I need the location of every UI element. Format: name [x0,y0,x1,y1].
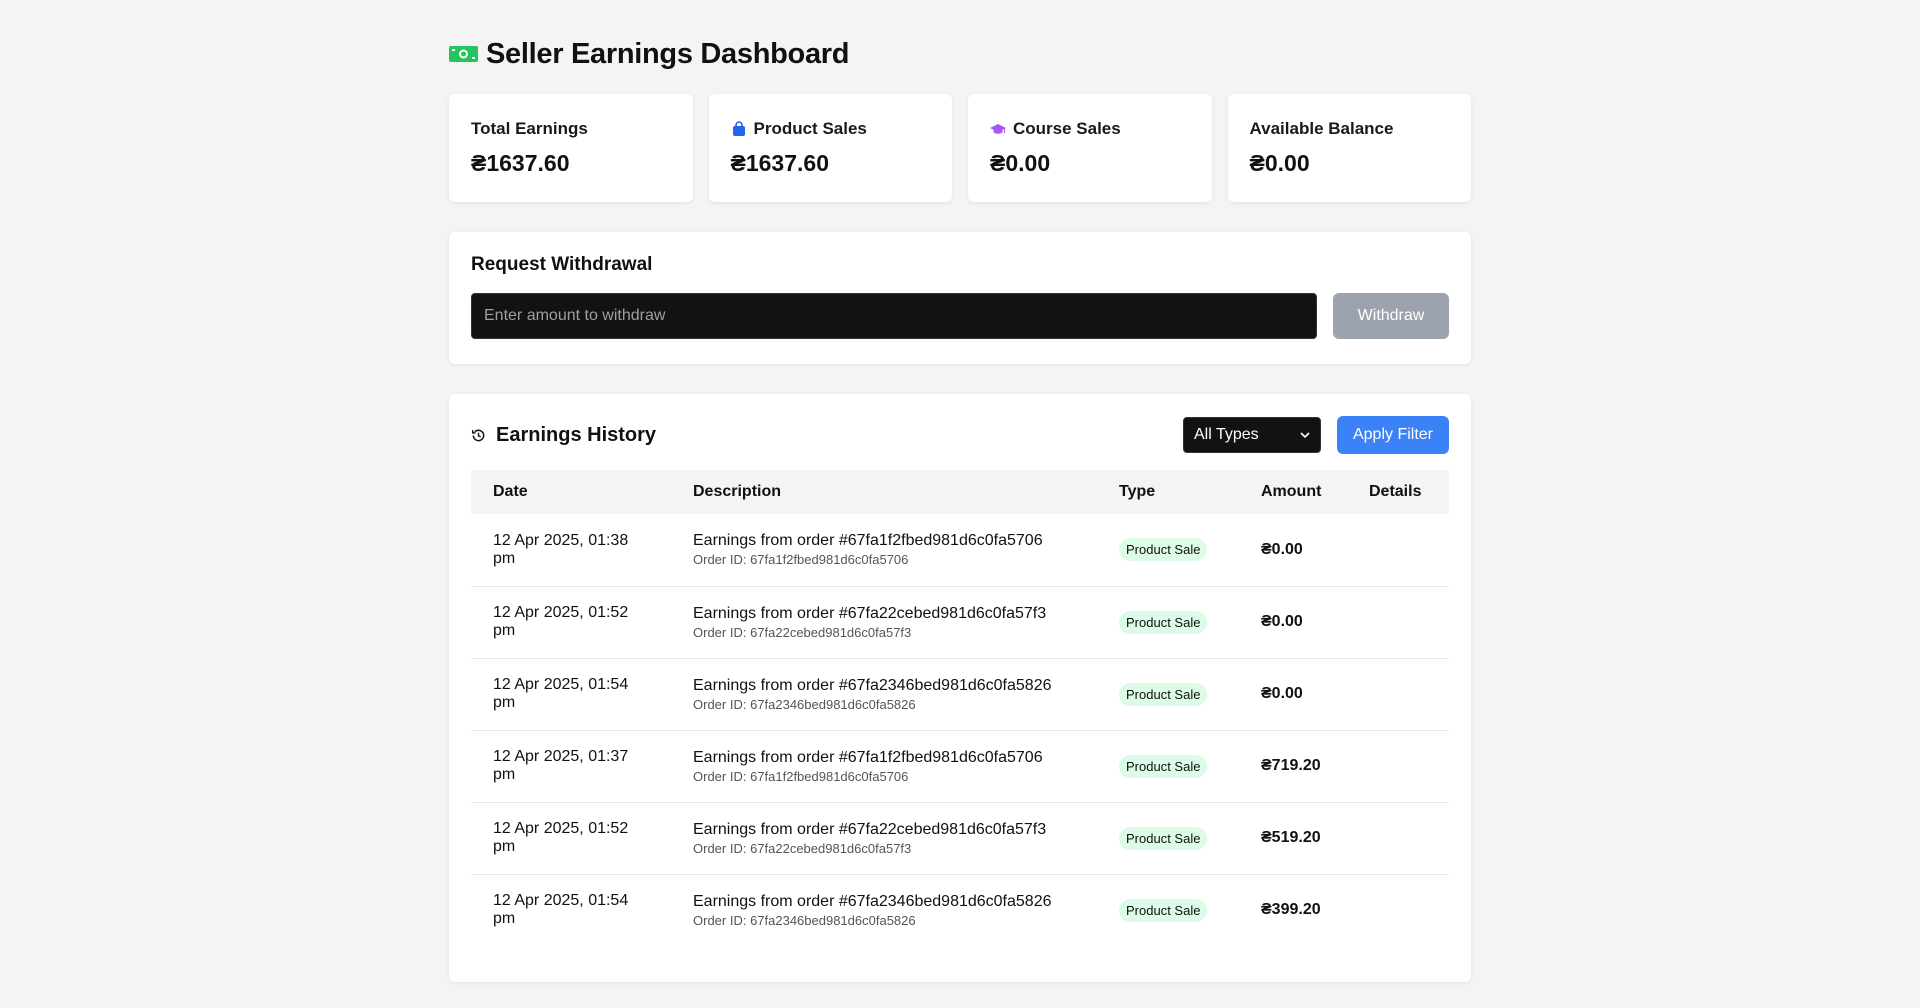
row-amount: ₴0.00 [1239,514,1347,587]
card-value: ₴1637.60 [730,150,829,176]
row-description: Earnings from order #67fa22cebed981d6c0f… [693,820,1047,838]
row-order-id: Order ID: 67fa1f2fbed981d6c0fa5706 [693,552,909,568]
row-order-id: Order ID: 67fa2346bed981d6c0fa5826 [693,696,916,712]
earnings-history-panel: Earnings History All Types Apply Filter … [449,394,1471,982]
card-value: ₴0.00 [990,150,1051,176]
row-amount: ₴0.00 [1239,658,1347,731]
row-date: 12 Apr 2025, 01:54 pm [493,892,629,928]
row-amount: ₴399.20 [1261,901,1321,919]
table-row: 12 Apr 2025, 01:52 pm Earnings from orde… [471,586,1449,659]
table-row: 12 Apr 2025, 01:37 pm Earnings from orde… [471,730,1449,803]
row-details [1347,658,1449,731]
money-icon [449,46,478,62]
dashboard-container: Seller Earnings Dashboard Total Earnings… [449,0,1471,982]
available-balance-card: Available Balance ₴0.00 [1227,94,1471,202]
table-header-row: Date Description Type Amount Details [471,470,1449,514]
row-order-id: Order ID: 67fa2346bed981d6c0fa5826 [693,912,916,928]
row-date: 12 Apr 2025, 01:52 pm [471,586,671,659]
apply-filter-button[interactable]: Apply Filter [1337,416,1449,454]
type-badge: Product Sale [1119,754,1208,778]
card-label: Course Sales [1013,119,1121,138]
column-header-details: Details [1369,483,1422,500]
row-order-id: Order ID: 67fa22cebed981d6c0fa57f3 [693,624,912,640]
row-date: 12 Apr 2025, 01:54 pm [471,658,671,731]
row-details [1347,730,1449,803]
total-earnings-card: Total Earnings ₴1637.60 [449,94,693,202]
withdraw-button[interactable]: Withdraw [1333,293,1449,339]
type-badge: Product Sale [1119,538,1208,562]
row-date: 12 Apr 2025, 01:52 pm [471,802,671,875]
row-description: Earnings from order #67fa2346bed981d6c0f… [693,676,1052,694]
earnings-table: Date Description Type Amount Details 12 … [471,470,1449,946]
row-details [1347,802,1449,875]
chevron-down-icon [1300,431,1310,438]
withdraw-amount-input[interactable] [471,293,1317,339]
row-amount: ₴519.20 [1239,802,1347,875]
row-description: Earnings from order #67fa1f2fbed981d6c0f… [693,532,1043,550]
history-icon [471,429,485,441]
withdrawal-panel: Request Withdrawal Withdraw [449,232,1471,364]
course-sales-card: Course Sales ₴0.00 [968,94,1212,202]
card-value: ₴0.00 [1249,150,1310,176]
row-details [1347,514,1449,587]
type-badge: Product Sale [1119,682,1208,706]
row-order-id: Order ID: 67fa22cebed981d6c0fa57f3 [693,840,912,856]
column-header-type: Type [1119,483,1156,500]
row-description: Earnings from order #67fa1f2fbed981d6c0f… [693,748,1043,766]
row-description: Earnings from order #67fa2346bed981d6c0f… [693,892,1052,910]
column-header-amount: Amount [1261,483,1322,500]
row-details [1347,586,1449,659]
card-label: Total Earnings [471,119,588,138]
column-header-description: Description [693,483,782,500]
type-badge: Product Sale [1119,610,1208,634]
page-header: Seller Earnings Dashboard [449,38,1471,70]
row-amount: ₴719.20 [1239,730,1347,803]
table-row: 12 Apr 2025, 01:54 pm Earnings from orde… [471,658,1449,731]
shopping-bag-icon [732,121,745,136]
row-date: 12 Apr 2025, 01:38 pm [471,514,671,587]
card-label: Product Sales [753,119,867,138]
type-badge: Product Sale [1119,898,1208,922]
column-header-date: Date [493,483,528,500]
row-amount: ₴0.00 [1239,586,1347,659]
page-title: Seller Earnings Dashboard [486,37,850,70]
table-row: 12 Apr 2025, 01:54 pm Earnings from orde… [471,874,1449,946]
product-sales-card: Product Sales ₴1637.60 [708,94,952,202]
type-filter-value: All Types [1194,426,1259,443]
type-badge: Product Sale [1119,826,1208,850]
history-title: Earnings History [496,423,657,446]
row-details [1347,874,1449,946]
row-description: Earnings from order #67fa22cebed981d6c0f… [693,604,1047,622]
withdrawal-title: Request Withdrawal [471,254,653,275]
card-label: Available Balance [1249,119,1394,138]
row-order-id: Order ID: 67fa1f2fbed981d6c0fa5706 [693,768,909,784]
summary-cards: Total Earnings ₴1637.60 Product Sales ₴1… [449,94,1471,202]
row-date: 12 Apr 2025, 01:37 pm [471,730,671,803]
graduation-cap-icon [990,124,1006,134]
card-value: ₴1637.60 [471,150,570,176]
table-row: 12 Apr 2025, 01:38 pm Earnings from orde… [471,514,1449,587]
table-row: 12 Apr 2025, 01:52 pm Earnings from orde… [471,802,1449,875]
type-filter-select[interactable]: All Types [1183,417,1321,453]
